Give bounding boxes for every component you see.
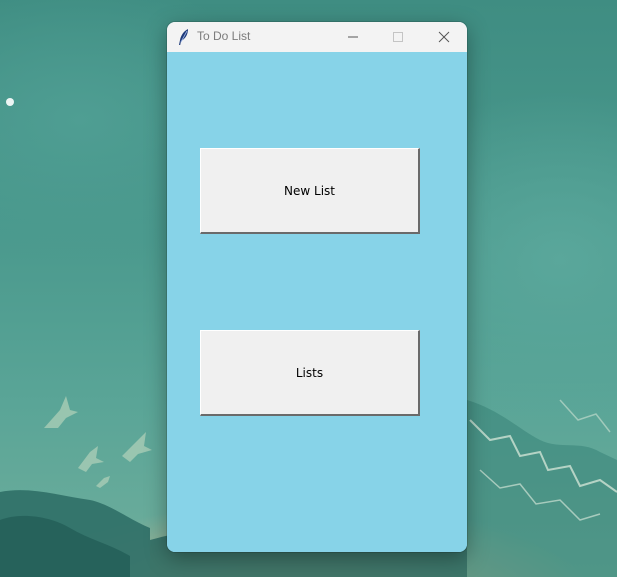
maximize-icon — [393, 32, 403, 42]
close-icon — [438, 31, 450, 43]
feather-icon — [179, 29, 188, 45]
title-bar[interactable]: To Do List — [167, 22, 467, 52]
window-title: To Do List — [197, 29, 251, 43]
main-panel: New List Lists — [167, 52, 467, 552]
minimize-button[interactable] — [330, 22, 376, 52]
close-button[interactable] — [421, 22, 467, 52]
new-list-button[interactable]: New List — [200, 148, 420, 234]
app-window: To Do List New List Lists — [167, 22, 467, 552]
minimize-icon — [348, 36, 358, 38]
lists-button[interactable]: Lists — [200, 330, 420, 416]
maximize-button[interactable] — [375, 22, 421, 52]
